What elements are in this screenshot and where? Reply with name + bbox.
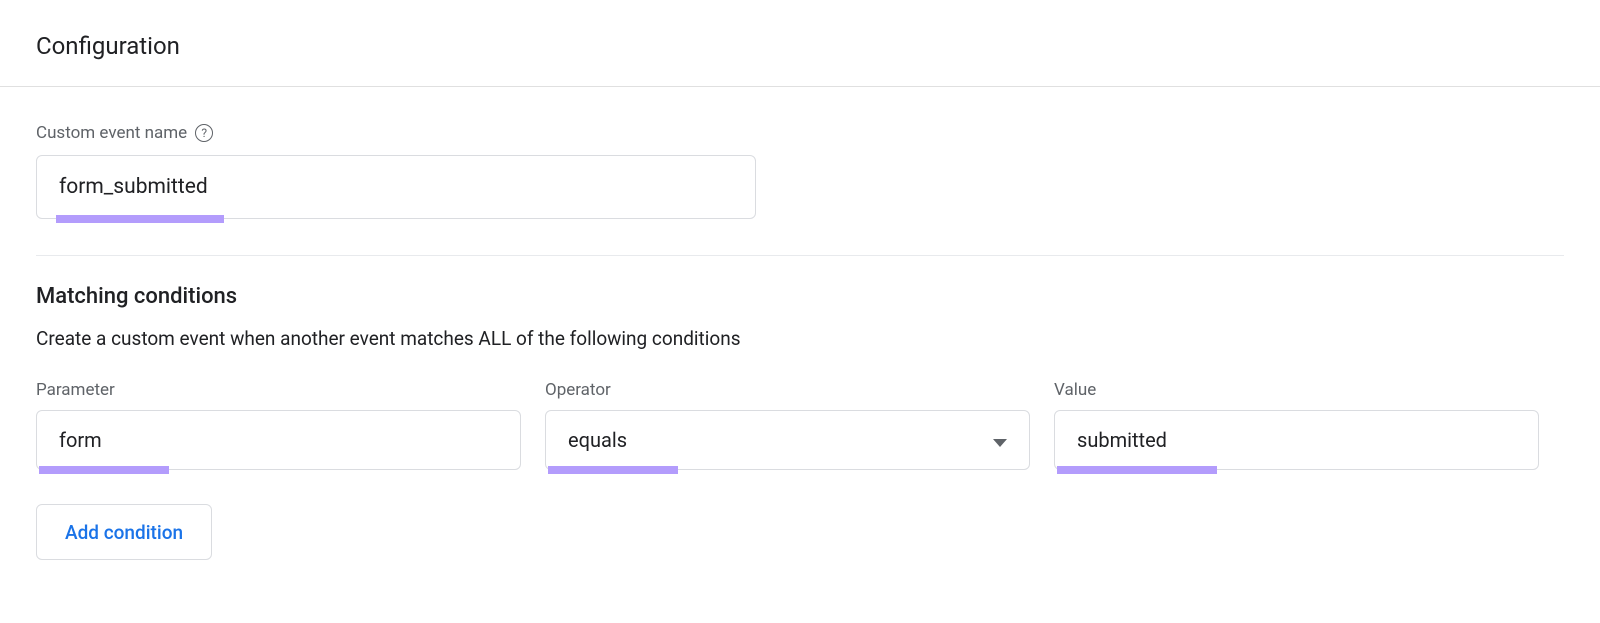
event-name-input-wrapper	[36, 155, 756, 219]
event-name-label: Custom event name ?	[36, 123, 1564, 143]
parameter-input[interactable]	[36, 410, 521, 470]
page-title: Configuration	[0, 0, 1600, 86]
operator-label: Operator	[545, 380, 1030, 400]
help-icon[interactable]: ?	[195, 124, 213, 142]
value-input-wrapper	[1054, 410, 1539, 470]
parameter-input-wrapper	[36, 410, 521, 470]
parameter-label: Parameter	[36, 380, 521, 400]
highlight-bar	[548, 466, 678, 474]
matching-conditions-description: Create a custom event when another event…	[0, 309, 1600, 350]
operator-field: Operator equals	[545, 380, 1030, 470]
add-button-wrap: Add condition	[0, 470, 1600, 560]
parameter-field: Parameter	[36, 380, 521, 470]
matching-conditions-heading: Matching conditions	[0, 256, 1600, 309]
event-name-input[interactable]	[36, 155, 756, 219]
operator-select[interactable]: equals	[545, 410, 1030, 470]
event-name-section: Custom event name ?	[0, 87, 1600, 219]
value-input[interactable]	[1054, 410, 1539, 470]
value-field: Value	[1054, 380, 1539, 470]
operator-select-value: equals	[568, 428, 627, 452]
add-condition-button[interactable]: Add condition	[36, 504, 212, 560]
highlight-bar	[1057, 466, 1217, 474]
highlight-bar	[56, 215, 224, 223]
chevron-down-icon	[993, 428, 1007, 452]
conditions-row: Parameter Operator equals Value	[0, 350, 1600, 470]
highlight-bar	[39, 466, 169, 474]
operator-select-wrapper: equals	[545, 410, 1030, 470]
event-name-label-text: Custom event name	[36, 123, 187, 143]
value-label: Value	[1054, 380, 1539, 400]
